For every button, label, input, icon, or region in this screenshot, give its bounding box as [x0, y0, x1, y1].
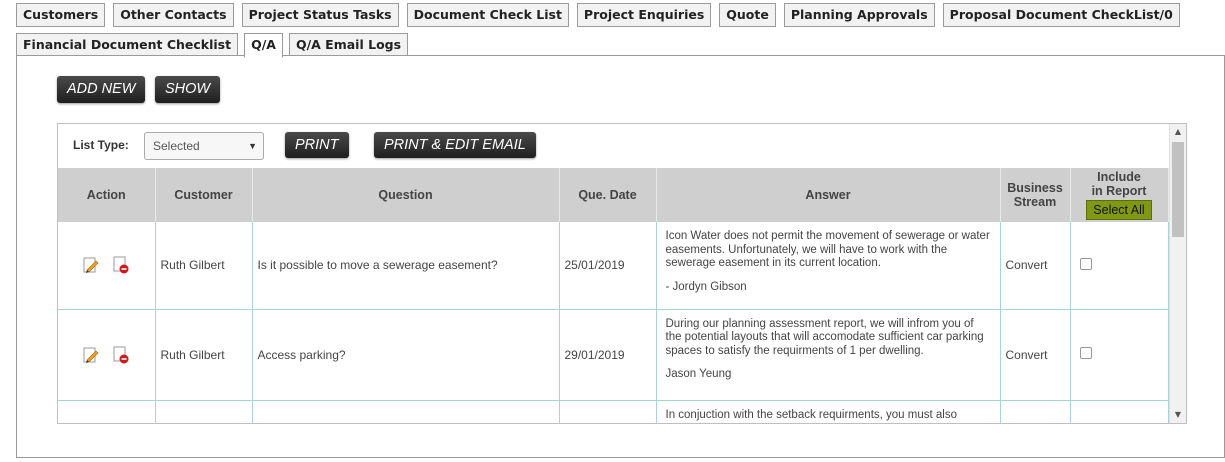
customer-cell: Ruth Gilbert — [155, 309, 253, 401]
tab-bar-row-2: Financial Document Checklist Q/A Q/A Ema… — [16, 33, 409, 58]
edit-icon[interactable] — [82, 346, 100, 364]
header-include: Include in Report Select All — [1070, 168, 1169, 222]
chevron-down-icon: ▼ — [248, 141, 257, 151]
header-answer: Answer — [656, 168, 1001, 222]
select-all-label: Select All — [1093, 203, 1145, 217]
date-cell: 29/01/2019 — [559, 309, 657, 401]
stream-cell: Convert — [1000, 309, 1071, 401]
header-stream-line-2: Stream — [1013, 195, 1057, 209]
tab-other-contacts[interactable]: Other Contacts — [113, 3, 234, 27]
tab-customers[interactable]: Customers — [16, 3, 106, 27]
answer-cell: During our planning assessment report, w… — [656, 309, 1001, 401]
tab-bar-row-1: Customers Other Contacts Project Status … — [16, 3, 1180, 27]
list-type-label: List Type: — [73, 138, 129, 152]
action-cell — [58, 309, 156, 401]
answer-signature: Jason Yeung — [665, 368, 732, 380]
include-checkbox[interactable] — [1079, 257, 1092, 270]
vertical-scrollbar[interactable]: ▲ ▼ — [1169, 124, 1186, 423]
select-all-button[interactable]: Select All — [1086, 200, 1152, 220]
include-cell — [1070, 222, 1169, 310]
tab-project-status-tasks[interactable]: Project Status Tasks — [241, 3, 399, 27]
tab-quote[interactable]: Quote — [719, 3, 776, 27]
show-button[interactable]: SHOW — [155, 76, 221, 103]
scrollbar-thumb[interactable] — [1172, 142, 1184, 237]
header-question: Question — [252, 168, 560, 222]
print-edit-email-button[interactable]: PRINT & EDIT EMAIL — [374, 132, 536, 158]
header-customer: Customer — [155, 168, 253, 222]
date-cell: 25/01/2019 — [559, 222, 657, 310]
tab-qa[interactable]: Q/A — [244, 33, 283, 58]
include-checkbox[interactable] — [1079, 347, 1092, 359]
answer-cell: In conjuction with the setback requirmen… — [656, 400, 1001, 423]
stream-cell: Convert — [1000, 222, 1071, 310]
header-action: Action — [58, 168, 156, 222]
tab-planning-approvals[interactable]: Planning Approvals — [783, 3, 935, 27]
qa-table: Action Customer Question Que. Date Answe… — [58, 168, 1169, 423]
qa-grid: List Type: Selected ▼ PRINT PRINT & EDIT… — [57, 123, 1187, 424]
header-date: Que. Date — [559, 168, 657, 222]
scroll-down-icon[interactable]: ▼ — [1170, 407, 1186, 423]
qa-panel: ADD NEW SHOW List Type: Selected ▼ PRINT… — [16, 55, 1225, 458]
table-row: Ruth Gilbert Access parking? 29/01/2019 … — [58, 309, 1169, 401]
include-cell — [1070, 309, 1169, 401]
print-button[interactable]: PRINT — [285, 132, 349, 158]
scroll-up-icon[interactable]: ▲ — [1170, 124, 1186, 140]
answer-text: Icon Water does not permit the movement … — [665, 230, 990, 269]
list-type-value: Selected — [153, 139, 200, 153]
tab-document-check-list[interactable]: Document Check List — [406, 3, 569, 27]
question-cell: Access parking? — [252, 309, 560, 401]
header-include-line-2: in Report — [1091, 184, 1147, 198]
answer-text: In conjuction with the setback requirmen… — [665, 408, 957, 421]
tab-qa-email-logs[interactable]: Q/A Email Logs — [288, 33, 409, 57]
header-stream-line-1: Business — [1007, 181, 1063, 195]
question-cell: Is it possible to move a sewerage easeme… — [252, 222, 560, 310]
table-header-row: Action Customer Question Que. Date Answe… — [58, 168, 1169, 222]
include-cell — [1070, 400, 1169, 423]
delete-icon[interactable] — [112, 346, 130, 364]
action-cell — [58, 222, 156, 310]
list-type-select[interactable]: Selected ▼ — [144, 132, 264, 160]
answer-signature: - Jordyn Gibson — [665, 280, 747, 293]
add-new-button[interactable]: ADD NEW — [57, 76, 146, 103]
tab-project-enquiries[interactable]: Project Enquiries — [576, 3, 712, 27]
grid-toolbar: List Type: Selected ▼ PRINT PRINT & EDIT… — [58, 124, 1168, 167]
header-business-stream: Business Stream — [1000, 168, 1071, 222]
tab-financial-document-checklist[interactable]: Financial Document Checklist — [16, 33, 239, 57]
date-cell — [559, 400, 657, 423]
action-cell — [58, 400, 156, 423]
delete-icon[interactable] — [112, 256, 130, 274]
tab-proposal-document-checklist[interactable]: Proposal Document CheckList/0 — [942, 3, 1180, 27]
header-include-line-1: Include — [1097, 170, 1141, 184]
customer-cell — [155, 400, 253, 423]
table-row: In conjuction with the setback requirmen… — [58, 400, 1169, 423]
stream-cell — [1000, 400, 1071, 423]
answer-cell: Icon Water does not permit the movement … — [656, 222, 1001, 310]
answer-text: During our planning assessment report, w… — [665, 317, 984, 357]
table-row: Ruth Gilbert Is it possible to move a se… — [58, 222, 1169, 310]
question-cell — [252, 400, 560, 423]
customer-cell: Ruth Gilbert — [155, 222, 253, 310]
edit-icon[interactable] — [82, 256, 100, 274]
